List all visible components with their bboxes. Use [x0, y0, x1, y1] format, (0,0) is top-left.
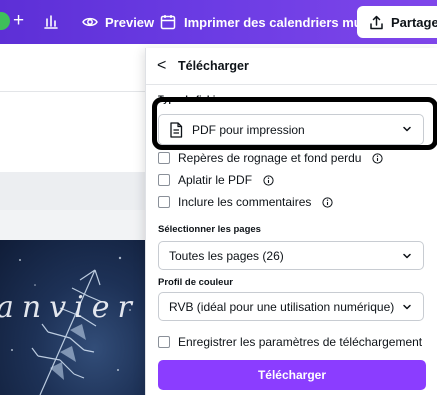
avatar[interactable] [0, 12, 10, 30]
preview-button[interactable]: Preview [72, 6, 164, 38]
chart-icon[interactable] [42, 13, 60, 31]
color-profile-label: Profil de couleur [158, 277, 233, 288]
calendar-icon [160, 15, 176, 30]
panel-header: < Télécharger [146, 48, 437, 85]
back-chevron-icon[interactable]: < [157, 57, 166, 75]
include-comments-checkbox[interactable] [158, 196, 170, 208]
annotation-highlight-box [152, 97, 437, 150]
crop-marks-checkbox[interactable] [158, 152, 170, 164]
flatten-pdf-label: Aplatir le PDF [178, 173, 253, 187]
crop-marks-label: Repères de rognage et fond perdu [178, 151, 362, 165]
color-profile-value: RVB (idéal pour une utilisation numériqu… [169, 299, 395, 314]
color-profile-select[interactable]: RVB (idéal pour une utilisation numériqu… [158, 292, 424, 321]
panel-title: Télécharger [178, 59, 249, 73]
editor-canvas-area [0, 92, 145, 172]
chevron-down-icon [403, 253, 411, 259]
download-button[interactable]: Télécharger [158, 360, 426, 390]
calendar-page-preview[interactable]: anvier [0, 240, 145, 395]
preview-label: Preview [105, 14, 155, 30]
chevron-down-icon [403, 304, 411, 310]
pages-label: Sélectionner les pages [158, 224, 261, 235]
top-toolbar: + Preview Imprimer des calendriers murau… [0, 0, 437, 44]
option-include-comments[interactable]: Inclure les commentaires [158, 195, 333, 209]
include-comments-label: Inclure les commentaires [178, 195, 312, 209]
option-flatten-pdf[interactable]: Aplatir le PDF [158, 173, 274, 187]
editor-toolbar-area [0, 44, 145, 92]
plus-icon[interactable]: + [13, 9, 24, 33]
pages-value: Toutes les pages (26) [169, 248, 284, 263]
info-icon[interactable] [322, 196, 333, 208]
share-label: Partager [391, 14, 437, 30]
info-icon[interactable] [372, 152, 384, 164]
save-settings-checkbox[interactable] [158, 336, 170, 348]
info-icon[interactable] [263, 174, 274, 186]
pages-select[interactable]: Toutes les pages (26) [158, 241, 424, 270]
eye-icon [82, 17, 98, 27]
share-upload-icon [370, 15, 383, 29]
option-save-settings[interactable]: Enregistrer les paramètres de télécharge… [158, 335, 422, 349]
editor-gap [0, 210, 145, 240]
month-title-text: anvier [0, 290, 140, 325]
share-button[interactable]: Partager [357, 6, 437, 38]
editor-page-strip [0, 172, 145, 210]
flatten-pdf-checkbox[interactable] [158, 174, 170, 186]
option-crop-marks[interactable]: Repères de rognage et fond perdu [158, 151, 384, 165]
save-settings-label: Enregistrer les paramètres de télécharge… [178, 335, 423, 349]
